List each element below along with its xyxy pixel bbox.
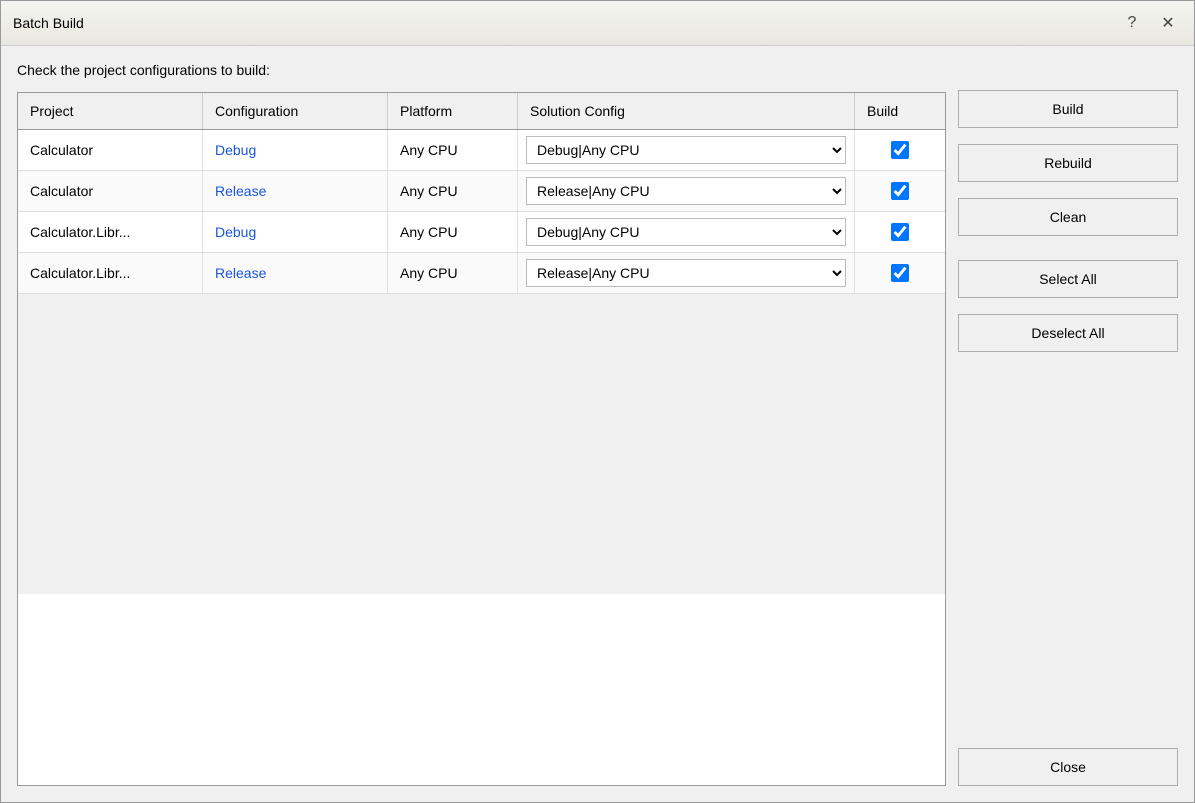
table-row: Calculator Debug Any CPU Debug|Any CPU R…	[18, 130, 945, 171]
solution-config-select-1[interactable]: Debug|Any CPU Release|Any CPU	[526, 136, 846, 164]
description-text: Check the project configurations to buil…	[17, 62, 946, 78]
cell-platform-2: Any CPU	[388, 171, 518, 211]
cell-solution-config-3: Debug|Any CPU Release|Any CPU	[518, 212, 855, 252]
build-checkbox-3[interactable]	[891, 223, 909, 241]
header-build: Build	[855, 93, 945, 129]
build-checkbox-4[interactable]	[891, 264, 909, 282]
build-button[interactable]: Build	[958, 90, 1178, 128]
close-button[interactable]: Close	[958, 748, 1178, 786]
solution-config-select-4[interactable]: Debug|Any CPU Release|Any CPU	[526, 259, 846, 287]
table-empty-area	[18, 294, 945, 594]
cell-build-4	[855, 253, 945, 293]
table-container: Project Configuration Platform Solution …	[17, 92, 946, 786]
rebuild-button[interactable]: Rebuild	[958, 144, 1178, 182]
table-header: Project Configuration Platform Solution …	[18, 93, 945, 130]
cell-project-2: Calculator	[18, 171, 203, 211]
left-panel: Check the project configurations to buil…	[17, 62, 946, 786]
cell-platform-3: Any CPU	[388, 212, 518, 252]
cell-project-1: Calculator	[18, 130, 203, 170]
action-buttons-mid: Select All Deselect All	[958, 260, 1178, 360]
table-row: Calculator Release Any CPU Debug|Any CPU…	[18, 171, 945, 212]
cell-build-2	[855, 171, 945, 211]
solution-config-select-2[interactable]: Debug|Any CPU Release|Any CPU	[526, 177, 846, 205]
cell-build-1	[855, 130, 945, 170]
table-row: Calculator.Libr... Debug Any CPU Debug|A…	[18, 212, 945, 253]
select-all-button[interactable]: Select All	[958, 260, 1178, 298]
deselect-all-button[interactable]: Deselect All	[958, 314, 1178, 352]
close-icon-button[interactable]: ✕	[1154, 9, 1182, 37]
cell-config-4: Release	[203, 253, 388, 293]
title-bar: Batch Build ? ✕	[1, 1, 1194, 46]
header-project: Project	[18, 93, 203, 129]
help-button[interactable]: ?	[1118, 9, 1146, 37]
title-bar-controls: ? ✕	[1118, 9, 1182, 37]
cell-project-4: Calculator.Libr...	[18, 253, 203, 293]
build-checkbox-1[interactable]	[891, 141, 909, 159]
cell-project-3: Calculator.Libr...	[18, 212, 203, 252]
cell-config-3: Debug	[203, 212, 388, 252]
header-configuration: Configuration	[203, 93, 388, 129]
action-buttons-top: Build Rebuild Clean	[958, 90, 1178, 244]
cell-platform-4: Any CPU	[388, 253, 518, 293]
solution-config-select-3[interactable]: Debug|Any CPU Release|Any CPU	[526, 218, 846, 246]
cell-solution-config-4: Debug|Any CPU Release|Any CPU	[518, 253, 855, 293]
header-solution-config: Solution Config	[518, 93, 855, 129]
clean-button[interactable]: Clean	[958, 198, 1178, 236]
cell-build-3	[855, 212, 945, 252]
table-body: Calculator Debug Any CPU Debug|Any CPU R…	[18, 130, 945, 785]
cell-solution-config-2: Debug|Any CPU Release|Any CPU	[518, 171, 855, 211]
table-row: Calculator.Libr... Release Any CPU Debug…	[18, 253, 945, 294]
dialog-title: Batch Build	[13, 15, 84, 31]
header-platform: Platform	[388, 93, 518, 129]
dialog-content: Check the project configurations to buil…	[1, 46, 1194, 802]
cell-config-1: Debug	[203, 130, 388, 170]
action-buttons-bottom: Close	[958, 748, 1178, 786]
batch-build-dialog: Batch Build ? ✕ Check the project config…	[0, 0, 1195, 803]
build-checkbox-2[interactable]	[891, 182, 909, 200]
cell-platform-1: Any CPU	[388, 130, 518, 170]
right-panel: Build Rebuild Clean Select All Deselect …	[958, 62, 1178, 786]
cell-config-2: Release	[203, 171, 388, 211]
cell-solution-config-1: Debug|Any CPU Release|Any CPU	[518, 130, 855, 170]
